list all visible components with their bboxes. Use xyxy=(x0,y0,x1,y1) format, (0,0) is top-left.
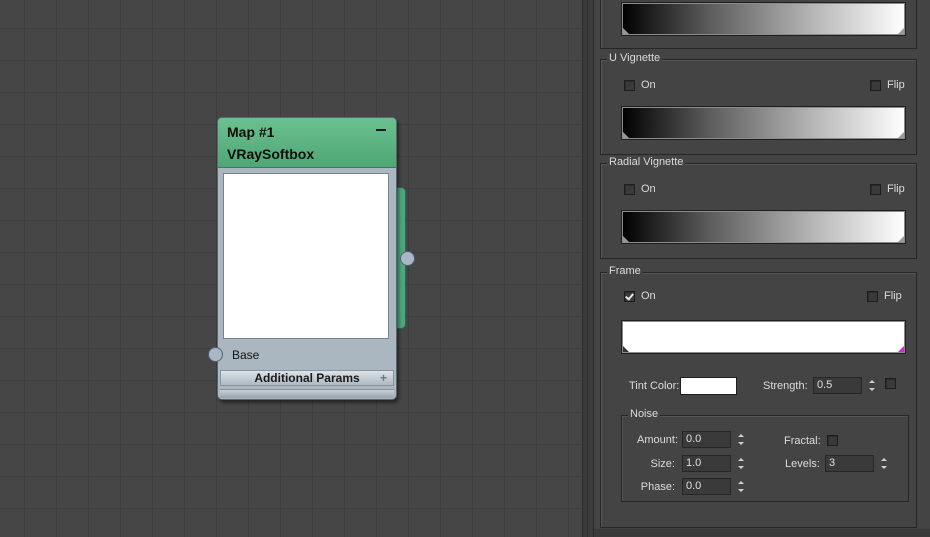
group-title-radial-vignette: Radial Vignette xyxy=(607,156,686,168)
fractal-checkbox[interactable] xyxy=(827,435,838,446)
gradient-right-marker-icon[interactable] xyxy=(898,236,904,242)
additional-params-label: Additional Params xyxy=(254,371,360,385)
radial-vignette-gradient[interactable] xyxy=(621,210,906,244)
parameter-panel: U Vignette On Flip Radial Vignette On Fl… xyxy=(594,0,930,537)
group-frame: Frame On Flip Tint Color: Strength: 0.5 … xyxy=(600,265,917,528)
gradient-curve-top[interactable] xyxy=(621,2,906,36)
input-socket-base[interactable] xyxy=(208,347,223,362)
node-footer xyxy=(220,389,394,398)
size-spinner-icon[interactable] xyxy=(735,455,746,472)
group-title-noise: Noise xyxy=(628,408,661,420)
strength-map-checkbox[interactable] xyxy=(885,378,896,389)
phase-label: Phase: xyxy=(640,481,675,493)
node-title: Map #1 xyxy=(227,124,275,140)
expand-plus-icon: + xyxy=(379,371,387,385)
gradient-left-marker-icon[interactable] xyxy=(623,132,629,138)
size-label: Size: xyxy=(650,458,675,470)
u-vignette-flip-label: Flip xyxy=(887,79,905,91)
size-field[interactable]: 1.0 xyxy=(682,455,731,472)
tint-color-label: Tint Color: xyxy=(629,380,680,392)
group-previous xyxy=(600,0,917,49)
amount-field[interactable]: 0.0 xyxy=(682,431,731,448)
frame-on-label: On xyxy=(641,290,656,302)
levels-label: Levels: xyxy=(785,458,820,470)
minimize-icon[interactable] xyxy=(376,129,386,131)
frame-left-marker-icon[interactable] xyxy=(623,346,629,352)
radial-vignette-on-checkbox[interactable] xyxy=(624,184,635,195)
gradient-right-marker-icon[interactable] xyxy=(898,132,904,138)
u-vignette-flip-checkbox[interactable] xyxy=(870,80,881,91)
levels-field[interactable]: 3 xyxy=(825,455,874,472)
map-node[interactable]: Map #1 VRaySoftbox Base Additional Param… xyxy=(217,117,397,400)
radial-vignette-flip-label: Flip xyxy=(887,183,905,195)
gradient-left-marker-icon[interactable] xyxy=(623,28,629,34)
gradient-right-marker-icon[interactable] xyxy=(898,28,904,34)
node-editor-canvas[interactable]: Map #1 VRaySoftbox Base Additional Param… xyxy=(0,0,582,537)
group-noise: Noise Amount: 0.0 Size: 1.0 Phase: 0.0 F… xyxy=(621,408,909,502)
group-title-frame: Frame xyxy=(607,265,643,277)
input-label-base: Base xyxy=(232,348,260,362)
u-vignette-gradient[interactable] xyxy=(621,106,906,140)
strength-label: Strength: xyxy=(763,380,808,392)
radial-vignette-on-label: On xyxy=(641,183,656,195)
frame-on-checkbox[interactable] xyxy=(624,291,635,302)
group-radial-vignette: Radial Vignette On Flip xyxy=(600,156,917,259)
panel-bottom-edge xyxy=(594,529,930,537)
frame-right-marker-icon[interactable] xyxy=(898,346,904,352)
strength-spinner-icon[interactable] xyxy=(866,377,877,394)
strength-field[interactable]: 0.5 xyxy=(813,377,862,394)
group-title-u-vignette: U Vignette xyxy=(607,52,663,64)
gradient-left-marker-icon[interactable] xyxy=(623,236,629,242)
node-preview xyxy=(223,173,389,339)
amount-label: Amount: xyxy=(637,434,678,446)
frame-flip-label: Flip xyxy=(884,290,902,302)
additional-params-button[interactable]: Additional Params + xyxy=(220,370,394,386)
radial-vignette-flip-checkbox[interactable] xyxy=(870,184,881,195)
phase-spinner-icon[interactable] xyxy=(735,478,746,495)
panel-splitter[interactable] xyxy=(582,0,594,537)
group-u-vignette: U Vignette On Flip xyxy=(600,52,917,155)
amount-spinner-icon[interactable] xyxy=(735,431,746,448)
fractal-label: Fractal: xyxy=(784,435,821,447)
node-type: VRaySoftbox xyxy=(227,146,315,162)
frame-flip-checkbox[interactable] xyxy=(867,291,878,302)
phase-field[interactable]: 0.0 xyxy=(682,478,731,495)
node-header[interactable]: Map #1 VRaySoftbox xyxy=(218,118,396,168)
output-socket[interactable] xyxy=(400,251,415,266)
levels-spinner-icon[interactable] xyxy=(878,455,889,472)
tint-color-swatch[interactable] xyxy=(680,377,737,395)
u-vignette-on-label: On xyxy=(641,79,656,91)
u-vignette-on-checkbox[interactable] xyxy=(624,80,635,91)
frame-curve[interactable] xyxy=(621,320,906,354)
